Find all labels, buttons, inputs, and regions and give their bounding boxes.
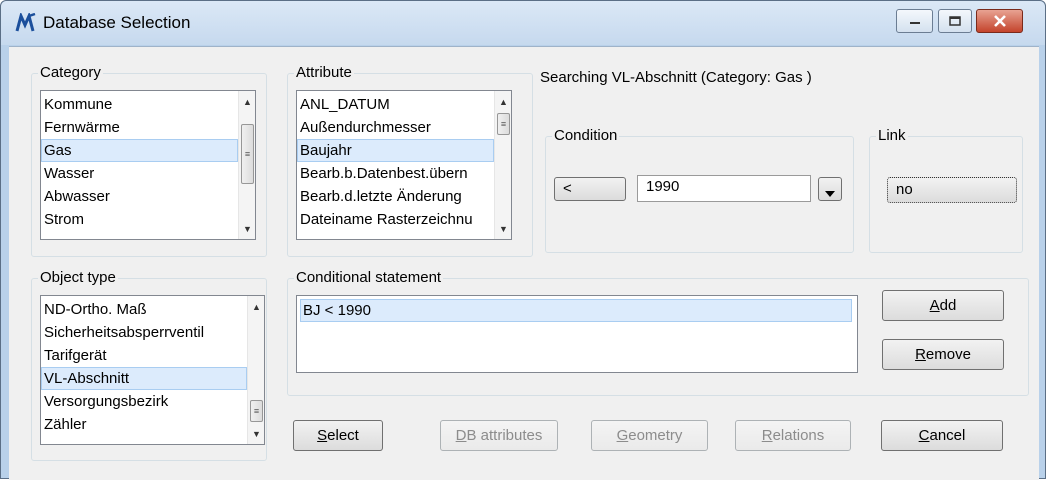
condition-dropdown-button[interactable] bbox=[818, 177, 842, 201]
database-selection-window: Database Selection Category Kommune Fern… bbox=[0, 0, 1046, 480]
remove-label: emove bbox=[925, 346, 971, 363]
list-item[interactable]: ANL_DATUM bbox=[297, 93, 494, 116]
select-button[interactable]: Select bbox=[293, 420, 383, 451]
object-type-group: Object type ND-Ortho. Maß Sicherheitsabs… bbox=[31, 269, 267, 461]
list-item-selected[interactable]: Baujahr bbox=[297, 139, 494, 162]
list-item[interactable]: Abwasser bbox=[41, 185, 238, 208]
attribute-items: ANL_DATUM Außendurchmesser Baujahr Bearb… bbox=[297, 91, 494, 239]
list-item[interactable]: Versorgungsbezirk bbox=[41, 390, 247, 413]
category-items: Kommune Fernwärme Gas Wasser Abwasser St… bbox=[41, 91, 238, 239]
attribute-listbox[interactable]: ANL_DATUM Außendurchmesser Baujahr Bearb… bbox=[296, 90, 512, 240]
statement-items: BJ < 1990 bbox=[300, 299, 852, 322]
geometry-label: eometry bbox=[628, 427, 683, 444]
object-type-listbox[interactable]: ND-Ortho. Maß Sicherheitsabsperrventil T… bbox=[40, 295, 265, 445]
list-item[interactable]: Dateiname Rasterzeichnu bbox=[297, 208, 494, 231]
scroll-thumb[interactable]: ≡ bbox=[497, 113, 510, 135]
link-group: Link no bbox=[869, 127, 1023, 253]
remove-button[interactable]: Remove bbox=[882, 339, 1004, 370]
db-attributes-label: B attributes bbox=[466, 427, 543, 444]
category-listbox[interactable]: Kommune Fernwärme Gas Wasser Abwasser St… bbox=[40, 90, 256, 240]
geometry-hotkey: G bbox=[616, 427, 629, 444]
relations-hotkey: R bbox=[761, 427, 773, 444]
select-label: elect bbox=[327, 427, 359, 444]
scroll-thumb[interactable]: ≡ bbox=[250, 400, 263, 422]
list-item[interactable]: Wasser bbox=[41, 162, 238, 185]
operator-button[interactable]: < bbox=[554, 177, 626, 201]
conditional-statement-label: Conditional statement bbox=[294, 269, 444, 287]
attribute-label: Attribute bbox=[294, 64, 354, 82]
scroll-up-icon[interactable]: ▲ bbox=[239, 93, 255, 110]
statement-item-selected[interactable]: BJ < 1990 bbox=[300, 299, 852, 322]
list-item-selected[interactable]: VL-Abschnitt bbox=[41, 367, 247, 390]
chevron-down-icon bbox=[825, 191, 835, 197]
scroll-up-icon[interactable]: ▲ bbox=[495, 93, 511, 110]
category-group: Category Kommune Fernwärme Gas Wasser Ab… bbox=[31, 64, 267, 257]
db-attributes-hotkey: D bbox=[455, 427, 467, 444]
add-label: dd bbox=[939, 297, 957, 314]
scroll-up-icon[interactable]: ▲ bbox=[248, 298, 264, 315]
list-item[interactable]: Tarifgerät bbox=[41, 344, 247, 367]
cancel-button[interactable]: Cancel bbox=[881, 420, 1003, 451]
cancel-label: ancel bbox=[929, 427, 966, 444]
link-label: Link bbox=[876, 127, 908, 145]
searching-text: Searching VL-Abschnitt (Category: Gas ) bbox=[540, 69, 812, 86]
remove-hotkey: R bbox=[915, 346, 926, 363]
minimize-button[interactable] bbox=[896, 9, 933, 33]
scroll-down-icon[interactable]: ▼ bbox=[248, 425, 264, 442]
condition-group: Condition < 1990 bbox=[545, 127, 854, 253]
link-toggle-button[interactable]: no bbox=[887, 177, 1017, 203]
scroll-thumb[interactable]: ≡ bbox=[241, 124, 254, 184]
condition-value-field[interactable]: 1990 bbox=[637, 175, 811, 202]
close-icon bbox=[993, 15, 1006, 27]
list-item[interactable]: Bearb.b.Datenbest.übern bbox=[297, 162, 494, 185]
scroll-down-icon[interactable]: ▼ bbox=[495, 220, 511, 237]
dialog-client-area: Category Kommune Fernwärme Gas Wasser Ab… bbox=[9, 46, 1039, 480]
list-item[interactable]: Kommune bbox=[41, 93, 238, 116]
attribute-group: Attribute ANL_DATUM Außendurchmesser Bau… bbox=[287, 64, 533, 257]
attribute-scrollbar[interactable]: ▲ ≡ ▼ bbox=[494, 91, 511, 239]
maximize-button[interactable] bbox=[938, 9, 972, 33]
minimize-icon bbox=[909, 22, 920, 24]
add-hotkey: A bbox=[929, 297, 940, 314]
relations-label: elations bbox=[772, 427, 825, 444]
list-item[interactable]: Strom bbox=[41, 208, 238, 231]
close-button[interactable] bbox=[976, 9, 1023, 33]
cancel-hotkey: C bbox=[918, 427, 930, 444]
app-logo-icon bbox=[15, 13, 36, 32]
maximize-icon bbox=[949, 16, 961, 26]
scroll-down-icon[interactable]: ▼ bbox=[239, 220, 255, 237]
list-item[interactable]: Zähler bbox=[41, 413, 247, 436]
conditional-statement-group: Conditional statement BJ < 1990 Add Remo… bbox=[287, 269, 1029, 396]
list-item-selected[interactable]: Gas bbox=[41, 139, 238, 162]
list-item[interactable]: ND-Ortho. Maß bbox=[41, 298, 247, 321]
list-item[interactable]: Außendurchmesser bbox=[297, 116, 494, 139]
relations-button[interactable]: Relations bbox=[735, 420, 851, 451]
add-button[interactable]: Add bbox=[882, 290, 1004, 321]
object-type-items: ND-Ortho. Maß Sicherheitsabsperrventil T… bbox=[41, 296, 247, 444]
title-bar[interactable]: Database Selection bbox=[1, 1, 1045, 45]
object-type-label: Object type bbox=[38, 269, 118, 287]
object-type-scrollbar[interactable]: ▲ ≡ ▼ bbox=[247, 296, 264, 444]
category-label: Category bbox=[38, 64, 103, 82]
list-item[interactable]: Bearb.d.letzte Änderung bbox=[297, 185, 494, 208]
list-item[interactable]: Fernwärme bbox=[41, 116, 238, 139]
select-hotkey: S bbox=[317, 427, 328, 444]
category-scrollbar[interactable]: ▲ ≡ ▼ bbox=[238, 91, 255, 239]
list-item[interactable]: Sicherheitsabsperrventil bbox=[41, 321, 247, 344]
condition-label: Condition bbox=[552, 127, 620, 145]
db-attributes-button[interactable]: DB attributes bbox=[440, 420, 558, 451]
geometry-button[interactable]: Geometry bbox=[591, 420, 708, 451]
window-title: Database Selection bbox=[43, 13, 191, 32]
conditional-statement-listbox[interactable]: BJ < 1990 bbox=[296, 295, 858, 373]
